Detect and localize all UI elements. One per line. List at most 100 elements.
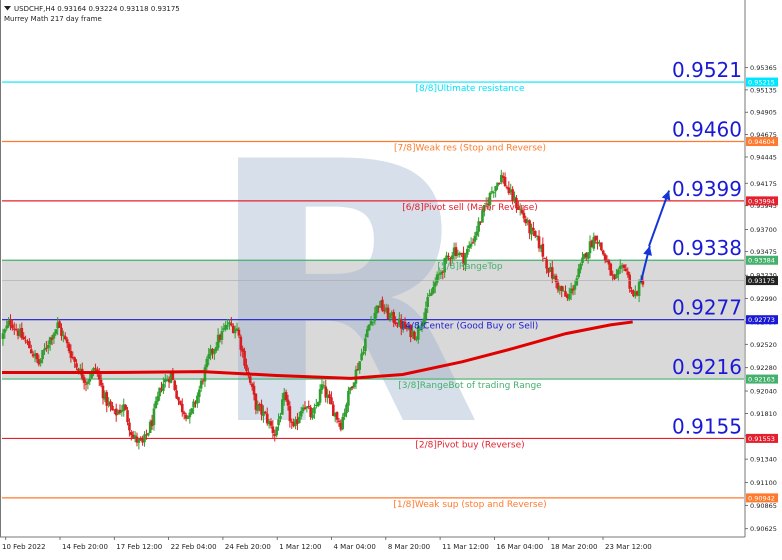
x-tick-label: 14 Feb 20:00 (62, 543, 108, 551)
candle-body (424, 308, 428, 320)
candle-body (611, 274, 614, 276)
candle-body (601, 250, 605, 255)
x-tick-label: 8 Mar 20:00 (388, 543, 430, 551)
level-label-pivot-buy: [2/8]Pivot buy (Reverse) (415, 440, 524, 450)
x-tick-label: 4 Mar 04:00 (334, 543, 376, 551)
y-tick-label: 0.94905 (750, 109, 777, 117)
candle-body (450, 255, 454, 259)
candle-body (20, 327, 24, 338)
candle-body (271, 426, 275, 434)
header-indicator-line: Murrey Math 217 day frame (4, 15, 102, 23)
y-tick-label: 0.92520 (750, 341, 777, 349)
y-tick-label: 0.93475 (750, 248, 777, 256)
x-tick-label: 11 Mar 12:00 (442, 543, 489, 551)
x-tick-label: 17 Feb 12:00 (116, 543, 162, 551)
candle-body (628, 274, 631, 289)
candle-body (394, 322, 397, 325)
candle-body (88, 378, 92, 382)
candle-body (500, 174, 503, 183)
candle-body (279, 416, 282, 419)
candle-body (58, 321, 61, 328)
level-big-value-ultimate-resistance: 0.9521 (672, 58, 742, 82)
candle-body (243, 350, 246, 366)
y-tick-label: 0.94175 (750, 180, 777, 188)
level-label-range-top: [5/8]RangeTop (437, 262, 503, 272)
chart-canvas[interactable]: R [8/8]Ultimate resistance0.95210.95215[… (0, 0, 782, 556)
candle-body (322, 385, 326, 387)
candle-body (637, 281, 641, 296)
candle-body (369, 320, 373, 326)
price-tag-text-weak-sup: 0.90942 (748, 494, 775, 502)
y-tick-label: 0.91100 (750, 479, 777, 487)
candle-body (341, 416, 345, 430)
candle-body (586, 252, 590, 259)
candle-body (594, 235, 597, 241)
candle-body (199, 380, 203, 389)
x-tick-label: 1 Mar 12:00 (279, 543, 321, 551)
y-tick-label: 0.90865 (750, 502, 777, 510)
candle-body (469, 243, 473, 247)
candle-body (554, 275, 558, 282)
candle-body (299, 411, 303, 417)
y-tick-label: 0.95135 (750, 86, 777, 94)
y-tick-label: 0.91810 (750, 410, 777, 418)
candle-body (152, 408, 156, 425)
candle-body (156, 396, 160, 402)
candle-body (543, 257, 547, 259)
candle-body (264, 411, 267, 414)
candle-body (14, 329, 18, 331)
candle-body (269, 421, 273, 426)
level-big-value-range-bot: 0.9216 (672, 355, 742, 379)
candle-body (541, 243, 545, 257)
candle-body (626, 271, 630, 275)
candle (413, 330, 416, 341)
candle-body (503, 177, 507, 187)
price-tag-text-weak-res: 0.94604 (748, 138, 775, 146)
candle-body (447, 255, 450, 257)
level-big-value-center: 0.9277 (672, 296, 742, 320)
candle-body (313, 407, 316, 414)
candle-body (388, 314, 392, 319)
candle-body (67, 343, 71, 352)
candle-body (65, 339, 69, 344)
candle-body (603, 254, 607, 261)
candle-body (575, 278, 579, 286)
y-tick-label: 0.92280 (750, 364, 777, 372)
x-tick-label: 16 Mar 04:00 (496, 543, 543, 551)
candle-body (311, 414, 314, 419)
candle (367, 324, 371, 332)
candle-body (3, 329, 7, 333)
candle-body (494, 186, 497, 192)
candle-body (9, 320, 12, 325)
candle-body (624, 268, 628, 271)
candle-body (364, 338, 367, 352)
candle-body (11, 324, 14, 329)
candle-body (1, 333, 5, 340)
price-tag-text-ultimate-resistance: 0.95215 (748, 79, 775, 87)
candle (609, 262, 613, 276)
candle-body (62, 335, 65, 337)
candle-body (237, 329, 241, 336)
current-price-text: 0.93175 (748, 277, 775, 285)
candle-body (318, 389, 322, 403)
candle-body (146, 433, 150, 436)
candle-body (203, 367, 207, 382)
candle-body (75, 363, 78, 368)
candle-body (307, 405, 311, 407)
level-label-ultimate-resistance: [8/8]Ultimate resistance (416, 84, 525, 94)
candle-body (190, 408, 194, 414)
candle-body (41, 350, 44, 360)
candle-body (367, 324, 371, 331)
candle-body (226, 325, 229, 327)
level-label-center: [4/8]Center (Good Buy or Sell) (402, 322, 539, 332)
candle-body (154, 401, 158, 408)
candle-body (316, 402, 320, 407)
candle-body (162, 383, 165, 391)
candle-body (182, 412, 186, 415)
candle (173, 379, 177, 392)
candle-body (43, 348, 46, 351)
candle-body (433, 282, 437, 287)
candle-body (28, 341, 31, 349)
level-label-range-bot: [3/8]RangeBot of trading Range (398, 381, 542, 391)
candle-body (622, 264, 626, 269)
